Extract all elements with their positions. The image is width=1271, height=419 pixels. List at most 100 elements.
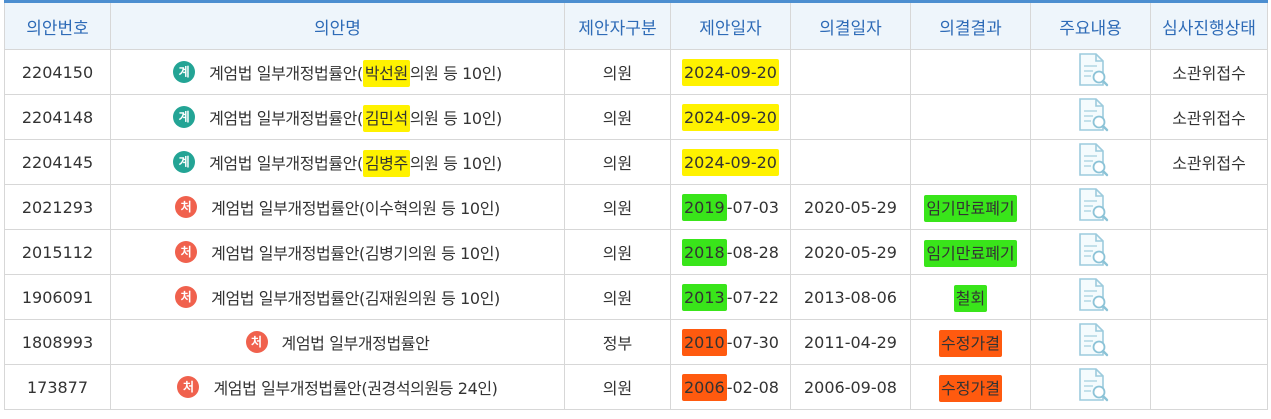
proposed-date-highlight: 2013 xyxy=(682,283,727,311)
header-decision-date[interactable]: 의결일자 xyxy=(790,0,911,50)
bill-title-cell: 계 계엄법 일부개정법률안(김민석 의원 등 10인) xyxy=(110,94,565,140)
status-badge-icon: 처 xyxy=(175,241,198,263)
header-summary[interactable]: 주요내용 xyxy=(1030,0,1151,50)
review-status-cell xyxy=(1150,229,1268,275)
bill-title-link[interactable]: 계엄법 일부개정법률안(박선원 의원 등 10인) xyxy=(209,60,502,87)
bill-title-text: 계엄법 일부개정법률안( xyxy=(209,109,363,128)
status-badge-icon: 처 xyxy=(177,376,200,398)
bill-title-cell: 처 계엄법 일부개정법률안(김병기의원 등 10인) xyxy=(110,229,565,275)
document-search-icon[interactable] xyxy=(1071,366,1111,408)
table-header-row: 의안번호 의안명 제안자구분 제안일자 의결일자 의결결과 주요내용 심사진행상… xyxy=(4,0,1268,50)
document-search-icon[interactable] xyxy=(1071,51,1111,93)
status-badge-icon: 계 xyxy=(173,61,196,83)
bill-title-text: 계엄법 일부개정법률안(김재원의원 등 10인) xyxy=(211,289,500,308)
decision-date-cell: 2020-05-29 xyxy=(790,229,911,275)
header-review-status[interactable]: 심사진행상태 xyxy=(1150,0,1268,50)
proposer-type-cell: 의원 xyxy=(564,49,671,95)
table-row[interactable]: 2204150 계 계엄법 일부개정법률안(박선원 의원 등 10인) 의원 2024-0… xyxy=(4,49,1268,95)
decision-result-highlight: 임기만료폐기 xyxy=(924,240,1017,267)
bill-title-cell: 처 계엄법 일부개정법률안 xyxy=(110,319,565,365)
proposed-date-cell: 2024-09-20 xyxy=(670,49,791,95)
decision-date-cell: 2020-05-29 xyxy=(790,184,911,230)
table-row[interactable]: 1906091 처 계엄법 일부개정법률안(김재원의원 등 10인) 의원 2013 -0… xyxy=(4,274,1268,320)
table-body: 2204150 계 계엄법 일부개정법률안(박선원 의원 등 10인) 의원 2024-0… xyxy=(4,49,1268,410)
proposer-type-cell: 의원 xyxy=(564,274,671,320)
bill-no-cell: 1906091 xyxy=(4,274,111,320)
proposed-date-highlight: 2006 xyxy=(682,373,727,401)
bill-title-link[interactable]: 계엄법 일부개정법률안(김재원의원 등 10인) xyxy=(211,289,500,308)
bill-title-text: 계엄법 일부개정법률안( xyxy=(209,154,363,173)
bill-no-cell: 1808993 xyxy=(4,319,111,365)
table-row[interactable]: 2204148 계 계엄법 일부개정법률안(김민석 의원 등 10인) 의원 2024-0… xyxy=(4,94,1268,140)
bill-no-cell: 2204148 xyxy=(4,94,111,140)
review-status-cell: 소관위접수 xyxy=(1150,94,1268,140)
document-search-icon[interactable] xyxy=(1071,321,1111,363)
proposed-date-cell: 2024-09-20 xyxy=(670,94,791,140)
proposer-type-cell: 의원 xyxy=(564,94,671,140)
summary-cell xyxy=(1030,319,1151,365)
bill-table: 의안번호 의안명 제안자구분 제안일자 의결일자 의결결과 주요내용 심사진행상… xyxy=(4,0,1268,410)
review-status-cell xyxy=(1150,364,1268,410)
decision-result-highlight: 임기만료폐기 xyxy=(924,195,1017,222)
proposed-date-highlight: 2018 xyxy=(682,238,727,266)
bill-title-cell: 계 계엄법 일부개정법률안(김병주 의원 등 10인) xyxy=(110,139,565,185)
bill-title-link[interactable]: 계엄법 일부개정법률안(김병주 의원 등 10인) xyxy=(209,150,502,177)
proposer-type-cell: 정부 xyxy=(564,319,671,365)
document-search-icon[interactable] xyxy=(1071,141,1111,183)
summary-cell xyxy=(1030,229,1151,275)
bill-title-text: 계엄법 일부개정법률안( xyxy=(209,64,363,83)
bill-title-link[interactable]: 계엄법 일부개정법률안(이수혁의원 등 10인) xyxy=(211,199,500,218)
bill-title-link[interactable]: 계엄법 일부개정법률안 xyxy=(282,334,430,353)
review-status-cell: 소관위접수 xyxy=(1150,139,1268,185)
review-status-cell xyxy=(1150,184,1268,230)
header-proposed-date[interactable]: 제안일자 xyxy=(670,0,791,50)
header-bill-title[interactable]: 의안명 xyxy=(110,0,565,50)
decision-result-highlight: 수정가결 xyxy=(939,330,1002,357)
decision-result-cell: 임기만료폐기 xyxy=(910,229,1031,275)
bill-title-link[interactable]: 계엄법 일부개정법률안(권경석의원등 24인) xyxy=(213,379,497,398)
table-row[interactable]: 2021293 처 계엄법 일부개정법률안(이수혁의원 등 10인) 의원 2019 -0… xyxy=(4,184,1268,230)
proposed-date-text: -07-22 xyxy=(726,287,779,307)
decision-result-highlight: 철회 xyxy=(953,285,988,312)
table-row[interactable]: 173877 처 계엄법 일부개정법률안(권경석의원등 24인) 의원 2006 -02-… xyxy=(4,364,1268,410)
bill-title-cell: 계 계엄법 일부개정법률안(박선원 의원 등 10인) xyxy=(110,49,565,95)
bill-title-link[interactable]: 계엄법 일부개정법률안(김병기의원 등 10인) xyxy=(211,244,500,263)
bill-list-panel: 의안번호 의안명 제안자구분 제안일자 의결일자 의결결과 주요내용 심사진행상… xyxy=(0,0,1271,419)
proposed-date-highlight: 2010 xyxy=(682,328,727,356)
decision-date-cell xyxy=(790,139,911,185)
bill-no-cell: 173877 xyxy=(4,364,111,410)
bill-title-highlight: 박선원 xyxy=(362,60,410,87)
proposed-date-cell: 2010 -07-30 xyxy=(670,319,791,365)
bill-title-highlight: 김민석 xyxy=(362,105,410,132)
bill-title-text: 계엄법 일부개정법률안 xyxy=(281,334,430,353)
proposed-date-highlight: 2024-09-20 xyxy=(682,103,779,131)
table-row[interactable]: 1808993 처 계엄법 일부개정법률안 정부 2010 -07-30 2011-04-2… xyxy=(4,319,1268,365)
status-badge-icon: 처 xyxy=(175,196,198,218)
header-bill-no[interactable]: 의안번호 xyxy=(4,0,111,50)
document-search-icon[interactable] xyxy=(1071,276,1111,318)
review-status-cell: 소관위접수 xyxy=(1150,49,1268,95)
status-badge-icon: 처 xyxy=(245,331,268,353)
bill-title-text: 의원 등 10인) xyxy=(409,154,502,173)
decision-result-cell xyxy=(910,49,1031,95)
document-search-icon[interactable] xyxy=(1071,186,1111,228)
document-search-icon[interactable] xyxy=(1071,231,1111,273)
table-row[interactable]: 2015112 처 계엄법 일부개정법률안(김병기의원 등 10인) 의원 2018 -0… xyxy=(4,229,1268,275)
status-badge-icon: 처 xyxy=(175,286,198,308)
bill-title-link[interactable]: 계엄법 일부개정법률안(김민석 의원 등 10인) xyxy=(209,105,502,132)
decision-date-cell xyxy=(790,49,911,95)
header-proposer-type[interactable]: 제안자구분 xyxy=(564,0,671,50)
summary-cell xyxy=(1030,274,1151,320)
decision-result-cell xyxy=(910,139,1031,185)
bill-no-cell: 2021293 xyxy=(4,184,111,230)
proposer-type-cell: 의원 xyxy=(564,229,671,275)
decision-date-cell: 2006-09-08 xyxy=(790,364,911,410)
bill-title-cell: 처 계엄법 일부개정법률안(권경석의원등 24인) xyxy=(110,364,565,410)
proposed-date-highlight: 2024-09-20 xyxy=(682,58,779,86)
decision-result-cell: 철회 xyxy=(910,274,1031,320)
proposer-type-cell: 의원 xyxy=(564,184,671,230)
decision-result-cell: 수정가결 xyxy=(910,319,1031,365)
table-row[interactable]: 2204145 계 계엄법 일부개정법률안(김병주 의원 등 10인) 의원 2024-0… xyxy=(4,139,1268,185)
header-decision-result[interactable]: 의결결과 xyxy=(910,0,1031,50)
document-search-icon[interactable] xyxy=(1071,96,1111,138)
